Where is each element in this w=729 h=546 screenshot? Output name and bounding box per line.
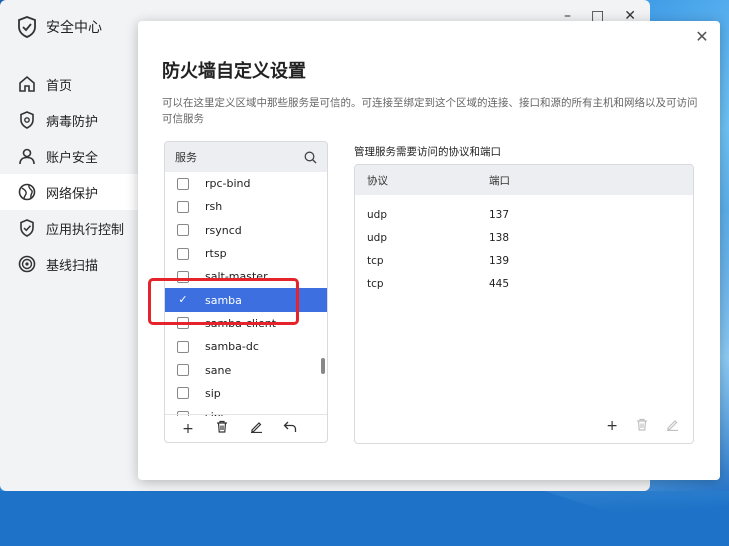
table-row[interactable]: tcp 139 bbox=[355, 249, 693, 272]
list-item[interactable]: sane bbox=[165, 358, 327, 381]
sidebar-item-baseline-scan[interactable]: 基线扫描 bbox=[0, 246, 138, 282]
app-logo-icon bbox=[18, 16, 36, 38]
port-cell: 139 bbox=[489, 254, 510, 267]
pencil-icon bbox=[667, 420, 678, 432]
service-name: rpc-bind bbox=[205, 177, 251, 191]
sidebar-item-app-control[interactable]: 应用执行控制 bbox=[0, 210, 138, 246]
port-cell: 445 bbox=[489, 277, 510, 290]
checkbox[interactable] bbox=[177, 177, 189, 190]
port-cell: 138 bbox=[489, 231, 510, 244]
edit-port-button[interactable] bbox=[666, 418, 679, 435]
ports-section-label: 管理服务需要访问的协议和端口 bbox=[354, 146, 501, 158]
service-name: samba-dc bbox=[205, 340, 259, 354]
wechat-icon bbox=[617, 452, 639, 468]
sidebar-item-label: 基线扫描 bbox=[46, 258, 99, 274]
table-row[interactable]: tcp 445 bbox=[355, 272, 693, 295]
column-header-port: 端口 bbox=[489, 174, 510, 187]
sidebar-item-home[interactable]: 首页 bbox=[0, 66, 138, 102]
watermark: 麒麟笔记 bbox=[617, 450, 705, 471]
add-port-button[interactable]: + bbox=[606, 418, 618, 435]
annotation-highlight-box bbox=[148, 278, 299, 325]
checkbox[interactable] bbox=[177, 364, 189, 377]
checkbox[interactable] bbox=[177, 247, 189, 260]
firewall-settings-dialog: ✕ 防火墙自定义设置 可以在这里定义区域中那些服务是可信的。可连接至绑定到这个区… bbox=[138, 21, 720, 480]
services-toolbar: + bbox=[165, 414, 327, 442]
ports-table: 协议 端口 udp 137 udp 138 tcp 139 tcp 445 + bbox=[354, 164, 694, 444]
service-name: sane bbox=[205, 363, 232, 377]
sidebar-item-label: 账户安全 bbox=[46, 150, 99, 166]
service-name: sip bbox=[205, 386, 221, 400]
sidebar-item-label: 网络保护 bbox=[46, 186, 99, 202]
sidebar: 首页 病毒防护 账户安全 网络保护 应用执行控制 基线扫描 bbox=[0, 66, 138, 282]
sidebar-item-account-security[interactable]: 账户安全 bbox=[0, 138, 138, 174]
services-header-label: 服务 bbox=[175, 151, 197, 164]
undo-icon bbox=[283, 421, 297, 432]
user-icon bbox=[19, 148, 35, 165]
globe-icon bbox=[18, 183, 36, 201]
watermark-text: 麒麟笔记 bbox=[644, 452, 705, 470]
services-header: 服务 bbox=[165, 142, 327, 172]
sidebar-item-label: 首页 bbox=[46, 78, 73, 94]
list-item[interactable]: sip bbox=[165, 382, 327, 405]
protocol-cell: tcp bbox=[367, 254, 384, 267]
search-icon[interactable] bbox=[304, 151, 317, 164]
app-title: 安全中心 bbox=[46, 20, 102, 36]
services-scrollbar[interactable] bbox=[321, 358, 325, 374]
ports-table-body: udp 137 udp 138 tcp 139 tcp 445 bbox=[355, 195, 693, 295]
dialog-description: 可以在这里定义区域中那些服务是可信的。可连接至绑定到这个区域的连接、接口和源的所… bbox=[162, 97, 698, 125]
trash-icon bbox=[217, 420, 227, 433]
sidebar-item-network-protection[interactable]: 网络保护 bbox=[0, 174, 138, 210]
home-icon bbox=[19, 75, 35, 92]
delete-service-button[interactable] bbox=[213, 420, 231, 437]
app-header: 安全中心 bbox=[16, 16, 102, 38]
pencil-icon bbox=[250, 422, 262, 434]
service-name: rtsp bbox=[205, 247, 227, 261]
checkbox[interactable] bbox=[177, 387, 189, 400]
sidebar-item-label: 应用执行控制 bbox=[46, 222, 125, 238]
protocol-cell: tcp bbox=[367, 277, 384, 290]
ports-toolbar: + bbox=[606, 418, 679, 435]
virus-shield-icon bbox=[20, 111, 34, 129]
protocol-cell: udp bbox=[367, 208, 387, 221]
list-item[interactable]: rsyncd bbox=[165, 219, 327, 242]
port-cell: 137 bbox=[489, 208, 510, 221]
revert-service-button[interactable] bbox=[281, 421, 299, 437]
dialog-title: 防火墙自定义设置 bbox=[162, 61, 306, 82]
dialog-close-button[interactable]: ✕ bbox=[694, 27, 710, 46]
app-shield-icon bbox=[20, 219, 34, 237]
checkbox[interactable] bbox=[177, 340, 189, 353]
table-row[interactable]: udp 137 bbox=[355, 203, 693, 226]
edit-service-button[interactable] bbox=[247, 420, 265, 437]
service-name: rsyncd bbox=[205, 223, 242, 237]
protocol-cell: udp bbox=[367, 231, 387, 244]
list-item[interactable]: rpc-bind bbox=[165, 172, 327, 195]
trash-icon bbox=[637, 418, 647, 431]
list-item[interactable]: rsh bbox=[165, 195, 327, 218]
table-row[interactable]: udp 138 bbox=[355, 226, 693, 249]
list-item[interactable]: rtsp bbox=[165, 242, 327, 265]
list-item[interactable]: samba-dc bbox=[165, 335, 327, 358]
sidebar-item-label: 病毒防护 bbox=[46, 114, 99, 130]
ports-table-header: 协议 端口 bbox=[355, 165, 693, 195]
checkbox[interactable] bbox=[177, 224, 189, 237]
service-name: rsh bbox=[205, 200, 223, 214]
add-service-button[interactable]: + bbox=[179, 421, 197, 437]
sidebar-item-virus-protection[interactable]: 病毒防护 bbox=[0, 102, 138, 138]
scan-icon bbox=[18, 255, 36, 273]
delete-port-button[interactable] bbox=[636, 418, 648, 435]
checkbox[interactable] bbox=[177, 200, 189, 213]
column-header-protocol: 协议 bbox=[367, 174, 388, 187]
